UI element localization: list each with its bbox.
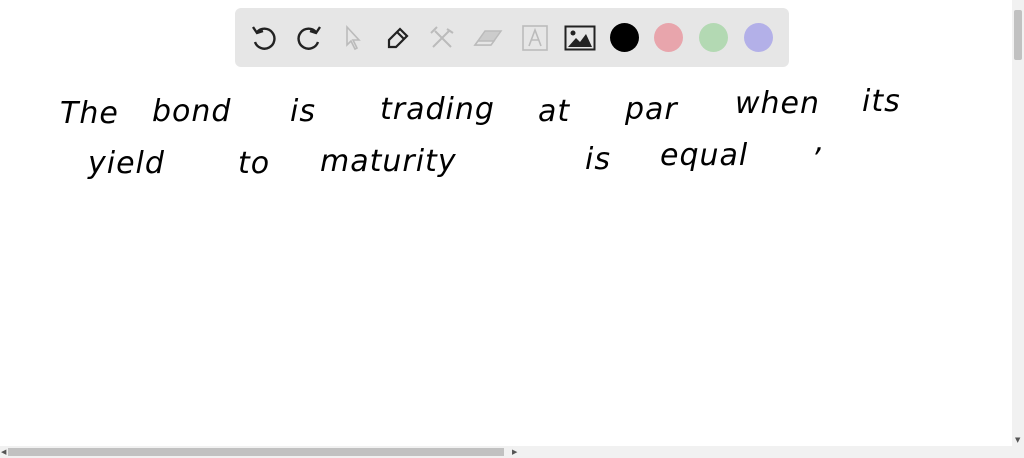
handwritten-word: is [585, 142, 611, 177]
select-icon [346, 24, 361, 51]
redo-button[interactable] [292, 21, 326, 55]
undo-button[interactable] [247, 21, 281, 55]
handwritten-word: equal [660, 138, 749, 173]
pen-icon [387, 27, 409, 49]
tools-button[interactable] [425, 21, 459, 55]
handwritten-word: at [538, 94, 571, 129]
text-button[interactable] [518, 21, 552, 55]
handwritten-word: par [625, 92, 678, 127]
handwritten-word: yield [88, 146, 165, 181]
horizontal-scroll-thumb[interactable] [8, 448, 504, 456]
pen-button[interactable] [381, 21, 415, 55]
image-button[interactable] [563, 21, 597, 55]
redo-icon [297, 26, 321, 50]
handwritten-word: The [60, 96, 119, 131]
color-black-swatch[interactable] [610, 23, 639, 52]
image-icon [564, 25, 596, 51]
handwritten-word: is [290, 94, 316, 129]
scroll-down-arrow-icon[interactable]: ▼ [1015, 436, 1020, 444]
handwritten-word: trading [380, 92, 495, 127]
color-pink-swatch[interactable] [654, 23, 683, 52]
select-button[interactable] [336, 21, 370, 55]
drawing-toolbar [235, 8, 789, 67]
scroll-right-arrow-icon[interactable]: ▶ [512, 448, 517, 456]
color-green-swatch[interactable] [699, 23, 728, 52]
tools-icon [430, 26, 454, 48]
vertical-scroll-thumb[interactable] [1014, 10, 1022, 60]
handwritten-word: to [238, 146, 271, 181]
handwritten-word: its [862, 84, 901, 119]
handwritten-word: bond [152, 94, 232, 129]
handwritten-word: maturity [320, 144, 457, 179]
vertical-scrollbar[interactable]: ▼ [1012, 0, 1024, 446]
eraser-icon [473, 30, 503, 46]
horizontal-scrollbar[interactable]: ◀ ▶ [0, 446, 1024, 458]
scroll-left-arrow-icon[interactable]: ◀ [1, 448, 6, 456]
undo-icon [252, 26, 276, 50]
color-purple-swatch[interactable] [744, 23, 773, 52]
eraser-button[interactable] [470, 21, 504, 55]
text-icon [522, 25, 548, 51]
handwritten-word: , [815, 124, 826, 159]
handwritten-word: when [735, 86, 821, 121]
